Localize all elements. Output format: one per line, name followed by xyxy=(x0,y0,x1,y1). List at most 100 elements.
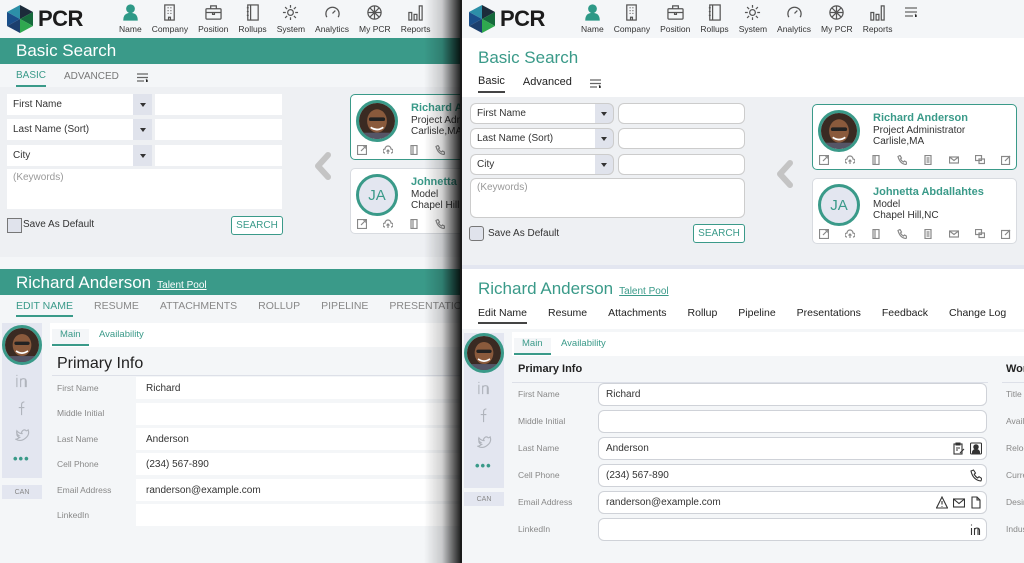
nav-item-analytics[interactable]: Analytics xyxy=(310,3,354,34)
save-default-checkbox[interactable] xyxy=(469,226,484,241)
search-value-input[interactable] xyxy=(155,119,282,140)
search-value-input[interactable] xyxy=(618,103,745,124)
search-field-select[interactable]: Last Name (Sort) xyxy=(470,128,596,149)
dropdown-arrow-icon[interactable] xyxy=(133,145,152,166)
keywords-input[interactable]: (Keywords) xyxy=(470,178,745,218)
tab-advanced[interactable]: Advanced xyxy=(523,76,572,92)
edit-icon[interactable] xyxy=(1001,228,1024,240)
filter-menu-icon[interactable] xyxy=(136,69,149,87)
tab-resume[interactable]: Resume xyxy=(548,307,587,324)
keywords-input[interactable]: (Keywords) xyxy=(7,169,282,209)
open-icon[interactable] xyxy=(357,218,383,230)
dropdown-arrow-icon[interactable] xyxy=(133,119,152,140)
notebook-icon[interactable] xyxy=(871,228,897,240)
nav-item-system[interactable]: System xyxy=(734,3,772,34)
dropdown-arrow-icon[interactable] xyxy=(595,128,614,149)
tab-resume[interactable]: RESUME xyxy=(94,300,139,317)
dropdown-arrow-icon[interactable] xyxy=(133,94,152,115)
nav-item-system[interactable]: System xyxy=(272,3,310,34)
cell-phone-field[interactable]: (234) 567-890 xyxy=(136,453,460,475)
talent-pool-link[interactable]: Talent Pool xyxy=(157,280,206,291)
middle-initial-field[interactable] xyxy=(136,403,460,425)
search-field-select[interactable]: First Name xyxy=(470,103,596,124)
facebook-icon[interactable] xyxy=(14,400,30,416)
dropdown-arrow-icon[interactable] xyxy=(595,103,614,124)
nav-item-rollups[interactable]: Rollups xyxy=(233,3,271,34)
more-options-icon[interactable]: ••• xyxy=(13,451,30,466)
mail-icon[interactable] xyxy=(949,228,975,240)
tab-edit-name[interactable]: EDIT NAME xyxy=(16,300,73,317)
result-name[interactable]: Johnetta Abdallahtes xyxy=(873,186,984,198)
search-value-input[interactable] xyxy=(618,128,745,149)
nav-item-position[interactable]: Position xyxy=(193,3,233,34)
result-card[interactable]: JA Johnetta Abdallahtes Model Chapel Hil… xyxy=(350,168,460,234)
nav-item-my-pcr[interactable]: My PCR xyxy=(816,3,858,34)
cloud-upload-icon[interactable] xyxy=(845,154,871,166)
tab-basic[interactable]: BASIC xyxy=(16,70,47,87)
search-button[interactable]: SEARCH xyxy=(231,216,283,235)
search-value-input[interactable] xyxy=(618,154,745,175)
email-field[interactable]: randerson@example.com xyxy=(136,479,460,501)
tab-pipeline[interactable]: Pipeline xyxy=(738,307,775,324)
warning-icon[interactable] xyxy=(936,496,948,509)
phone-icon[interactable] xyxy=(970,469,982,482)
facebook-icon[interactable] xyxy=(476,407,492,423)
first-name-field[interactable]: Richard xyxy=(136,377,460,399)
notebook-icon[interactable] xyxy=(409,218,435,230)
linkedin-field[interactable] xyxy=(136,504,460,526)
result-name[interactable]: Johnetta Abdallahtes xyxy=(411,176,460,188)
profile-photo[interactable] xyxy=(464,333,504,373)
nav-menu-icon[interactable] xyxy=(905,4,919,19)
tab-pipeline[interactable]: PIPELINE xyxy=(321,300,368,317)
result-card[interactable]: JA Johnetta Abdallahtes Model Chapel Hil… xyxy=(812,178,1017,244)
cloud-upload-icon[interactable] xyxy=(845,228,871,240)
result-name[interactable]: Richard Anderson xyxy=(411,102,460,114)
phone-icon[interactable] xyxy=(435,218,460,230)
search-field-select[interactable]: City xyxy=(7,145,133,166)
inner-tab-availability[interactable]: Availability xyxy=(99,329,144,344)
inner-tab-availability[interactable]: Availability xyxy=(561,338,606,353)
linkedin-field[interactable] xyxy=(598,518,987,541)
notebook-icon[interactable] xyxy=(409,144,435,156)
nav-item-company[interactable]: Company xyxy=(609,3,655,34)
tab-presentations[interactable]: Presentations xyxy=(797,307,861,324)
phone-icon[interactable] xyxy=(897,154,923,166)
filter-menu-icon[interactable] xyxy=(589,75,602,93)
nav-item-my-pcr[interactable]: My PCR xyxy=(354,3,396,34)
search-value-input[interactable] xyxy=(155,145,282,166)
cell-phone-field[interactable]: (234) 567-890 xyxy=(598,464,987,487)
contact-card-icon[interactable] xyxy=(970,442,982,455)
linkedin-icon[interactable] xyxy=(476,379,492,395)
tab-edit-name[interactable]: Edit Name xyxy=(478,307,528,324)
phone-icon[interactable] xyxy=(897,228,923,240)
search-value-input[interactable] xyxy=(155,94,282,115)
email-field[interactable]: randerson@example.com xyxy=(598,491,987,514)
dropdown-arrow-icon[interactable] xyxy=(595,154,614,175)
search-field-select[interactable]: City xyxy=(470,154,596,175)
tab-feedback[interactable]: Feedback xyxy=(882,307,928,324)
nav-item-company[interactable]: Company xyxy=(147,3,193,34)
last-name-field[interactable]: Anderson xyxy=(136,428,460,450)
nav-item-name[interactable]: Name xyxy=(576,3,609,34)
linkedin-icon[interactable] xyxy=(970,523,982,536)
notebook-icon[interactable] xyxy=(871,154,897,166)
tab-attachments[interactable]: ATTACHMENTS xyxy=(160,300,237,317)
nav-item-position[interactable]: Position xyxy=(655,3,695,34)
phone-icon[interactable] xyxy=(435,144,460,156)
tab-rollup[interactable]: ROLLUP xyxy=(258,300,300,317)
previous-results-button[interactable] xyxy=(774,159,796,189)
more-options-icon[interactable]: ••• xyxy=(475,458,492,473)
result-card[interactable]: Richard Anderson Project Administrator C… xyxy=(812,104,1017,170)
mail-icon[interactable] xyxy=(949,154,975,166)
pcr-logo[interactable]: PCR xyxy=(6,4,114,34)
nav-item-reports[interactable]: Reports xyxy=(858,3,898,34)
mail-icon[interactable] xyxy=(953,496,965,509)
tab-advanced[interactable]: ADVANCED xyxy=(64,71,119,86)
last-name-field[interactable]: Anderson xyxy=(598,437,987,460)
tab-change-log[interactable]: Change Log xyxy=(949,307,1006,324)
profile-photo[interactable] xyxy=(2,325,42,365)
cloud-upload-icon[interactable] xyxy=(383,144,409,156)
result-name[interactable]: Richard Anderson xyxy=(873,112,968,124)
clipboard-edit-icon[interactable] xyxy=(953,442,965,455)
open-icon[interactable] xyxy=(357,144,383,156)
